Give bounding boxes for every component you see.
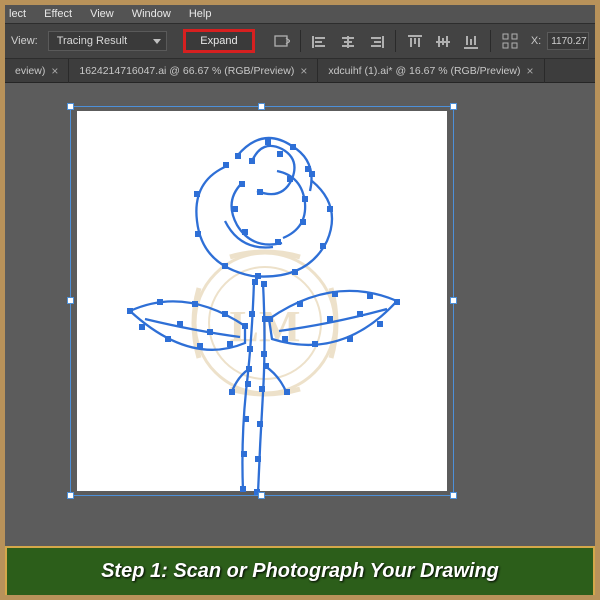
align-top-icon[interactable] bbox=[404, 31, 426, 51]
view-label: View: bbox=[11, 35, 38, 47]
caption-bar: Step 1: Scan or Photograph Your Drawing bbox=[5, 546, 595, 595]
menu-view[interactable]: View bbox=[90, 8, 114, 20]
tab-label: eview) bbox=[15, 65, 45, 77]
resize-handle-ne[interactable] bbox=[450, 103, 457, 110]
resize-handle-w[interactable] bbox=[67, 297, 74, 304]
close-icon[interactable]: × bbox=[526, 64, 533, 78]
resize-handle-nw[interactable] bbox=[67, 103, 74, 110]
selection-bounding-box[interactable] bbox=[70, 106, 454, 496]
close-icon[interactable]: × bbox=[51, 64, 58, 78]
menu-select[interactable]: lect bbox=[9, 8, 26, 20]
tab-label: xdcuihf (1).ai* @ 16.67 % (RGB/Preview) bbox=[328, 65, 520, 77]
expand-button[interactable]: Expand bbox=[183, 29, 254, 53]
tab-document-2[interactable]: xdcuihf (1).ai* @ 16.67 % (RGB/Preview) × bbox=[318, 59, 544, 83]
align-center-v-icon[interactable] bbox=[432, 31, 454, 51]
view-dropdown[interactable]: Tracing Result bbox=[48, 31, 168, 51]
close-icon[interactable]: × bbox=[300, 64, 307, 78]
align-bottom-icon[interactable] bbox=[460, 31, 482, 51]
tab-document-1[interactable]: 1624214716047.ai @ 66.67 % (RGB/Preview)… bbox=[69, 59, 318, 83]
control-toolbar: View: Tracing Result Expand X: 1170.27 bbox=[5, 23, 595, 59]
menu-help[interactable]: Help bbox=[189, 8, 212, 20]
tab-label: 1624214716047.ai @ 66.67 % (RGB/Preview) bbox=[79, 65, 294, 77]
resize-handle-e[interactable] bbox=[450, 297, 457, 304]
resize-handle-se[interactable] bbox=[450, 492, 457, 499]
align-right-icon[interactable] bbox=[365, 31, 387, 51]
menu-window[interactable]: Window bbox=[132, 8, 171, 20]
resize-handle-n[interactable] bbox=[258, 103, 265, 110]
x-coord-label: X: bbox=[531, 35, 541, 47]
menu-effect[interactable]: Effect bbox=[44, 8, 72, 20]
transform-icon[interactable] bbox=[499, 31, 521, 51]
tab-preview[interactable]: eview) × bbox=[5, 59, 69, 83]
x-coord-input[interactable]: 1170.27 bbox=[547, 32, 589, 50]
align-center-h-icon[interactable] bbox=[337, 31, 359, 51]
document-tabs: eview) × 1624214716047.ai @ 66.67 % (RGB/… bbox=[5, 59, 595, 83]
menu-bar: lect Effect View Window Help bbox=[5, 5, 595, 23]
align-left-icon[interactable] bbox=[309, 31, 331, 51]
resize-handle-s[interactable] bbox=[258, 492, 265, 499]
resize-handle-sw[interactable] bbox=[67, 492, 74, 499]
vectorize-icon[interactable] bbox=[271, 31, 293, 51]
canvas-area[interactable]: LM bbox=[5, 83, 595, 546]
caption-text: Step 1: Scan or Photograph Your Drawing bbox=[101, 560, 499, 583]
